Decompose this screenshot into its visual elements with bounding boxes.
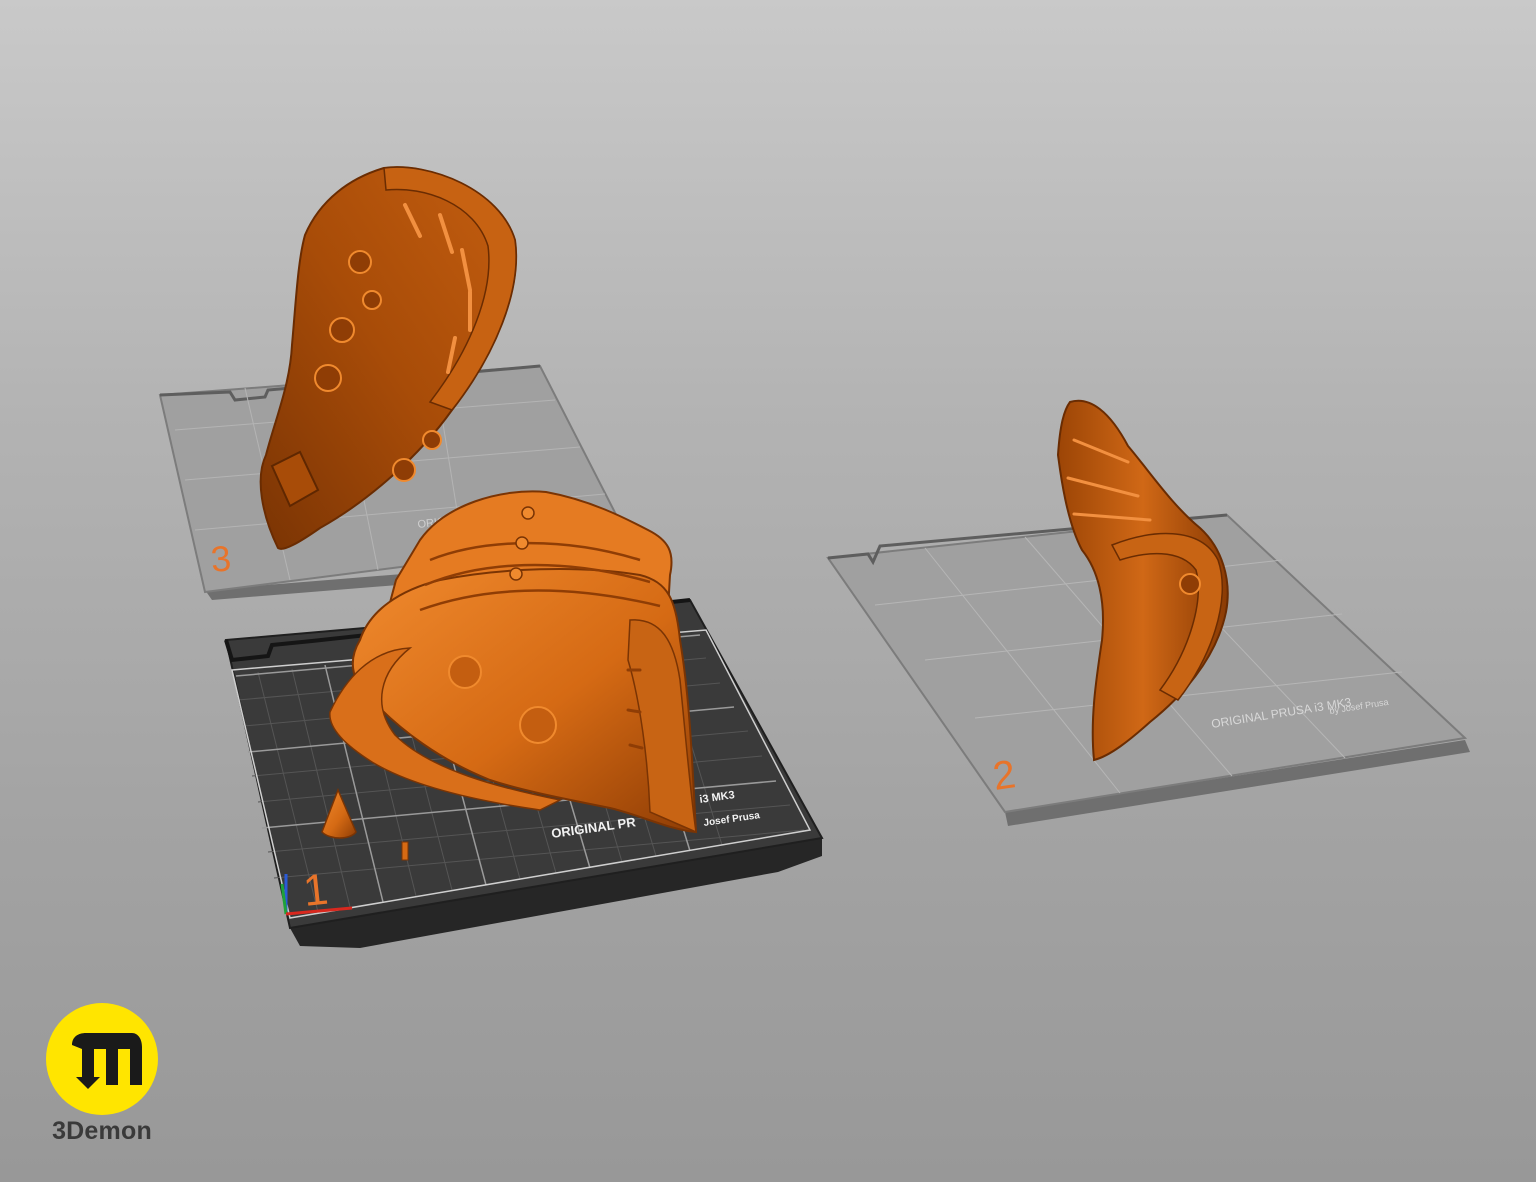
- bed-1-number: 1: [301, 865, 330, 916]
- 3demon-logo: 3Demon: [44, 1003, 160, 1153]
- model-2-rivet: [1179, 573, 1201, 595]
- brand-name: 3Demon: [52, 1117, 152, 1145]
- 3d-viewport[interactable]: ORIGIN 3 ORIGINAL PRUSA i3 MK3 by Josef …: [0, 0, 1536, 1182]
- support-pin[interactable]: [401, 841, 409, 861]
- bed-3-number: 3: [209, 537, 233, 580]
- scene-canvas[interactable]: ORIGIN 3 ORIGINAL PRUSA i3 MK3 by Josef …: [0, 0, 1536, 1182]
- 3demon-logo-icon: [46, 1003, 158, 1115]
- logo-glyph: [72, 1033, 142, 1089]
